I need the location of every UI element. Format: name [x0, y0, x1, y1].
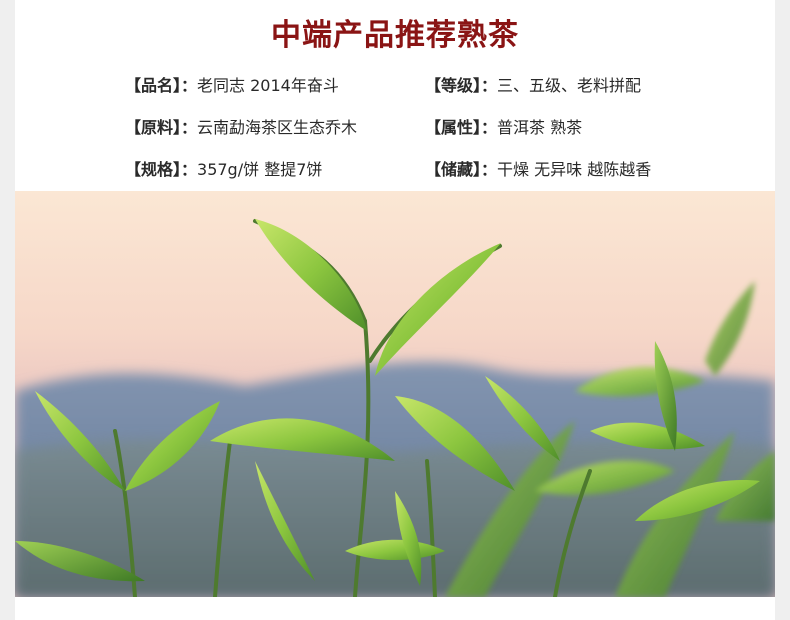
spec-storage: 【储藏】：干燥 无异味 越陈越香: [425, 156, 651, 180]
spec-size-value: 357g/饼 整提7饼: [197, 160, 323, 179]
spec-attr-label: 【属性】：: [425, 118, 498, 137]
spec-grade-value: 三、五级、老料拼配: [497, 76, 642, 95]
spec-size-label: 【规格】：: [125, 160, 198, 179]
spec-grade-label: 【等级】：: [425, 76, 498, 95]
tea-leaves-photo: [15, 191, 775, 597]
spec-material-value: 云南勐海茶区生态乔木: [197, 118, 358, 137]
spec-grade: 【等级】：三、五级、老料拼配: [425, 72, 641, 96]
spec-attr: 【属性】：普洱茶 熟茶: [425, 114, 582, 138]
spec-material-label: 【原料】：: [125, 118, 198, 137]
spec-material: 【原料】：云南勐海茶区生态乔木: [125, 114, 357, 138]
page-title: 中端产品推荐熟茶: [271, 18, 519, 53]
spec-attr-value: 普洱茶 熟茶: [497, 118, 583, 137]
spec-size: 【规格】：357g/饼 整提7饼: [125, 156, 322, 180]
spec-storage-value: 干燥 无异味 越陈越香: [497, 160, 652, 179]
spec-name-label: 【品名】：: [125, 76, 198, 95]
spec-name: 【品名】：老同志 2014年奋斗: [125, 72, 339, 96]
spec-storage-label: 【储藏】：: [425, 160, 498, 179]
spec-name-value: 老同志 2014年奋斗: [197, 76, 339, 95]
